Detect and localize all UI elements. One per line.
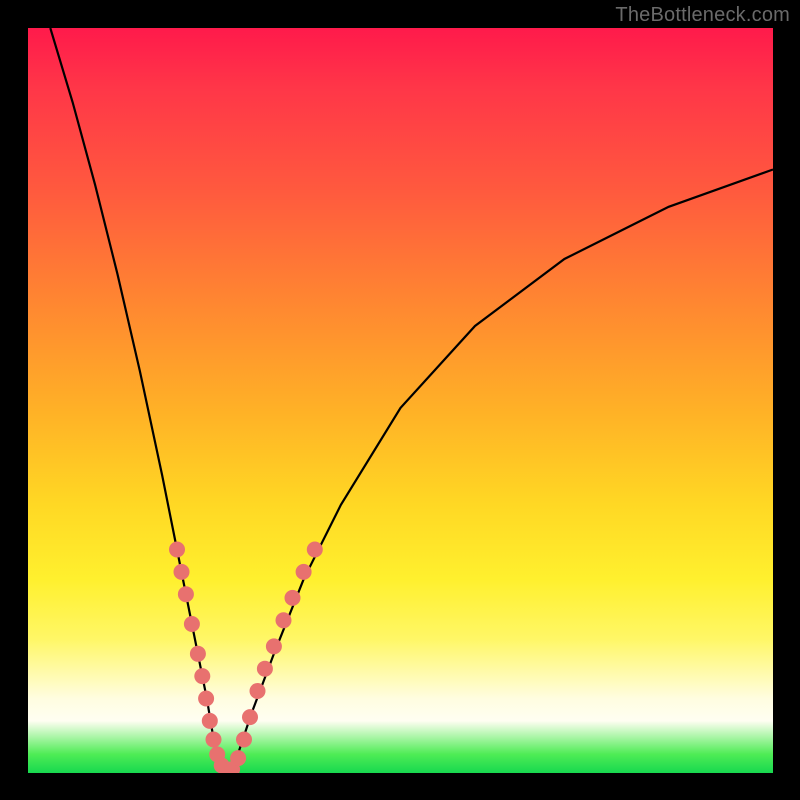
bottleneck-curve <box>50 28 773 773</box>
data-marker <box>307 542 323 558</box>
data-marker <box>250 683 266 699</box>
data-marker <box>194 668 210 684</box>
data-marker <box>296 564 312 580</box>
data-marker <box>285 590 301 606</box>
data-marker <box>206 732 222 748</box>
data-marker <box>236 732 252 748</box>
data-marker <box>257 661 273 677</box>
marker-group <box>169 542 323 774</box>
chart-svg <box>28 28 773 773</box>
data-marker <box>184 616 200 632</box>
data-marker <box>202 713 218 729</box>
data-marker <box>198 691 214 707</box>
plot-area <box>28 28 773 773</box>
data-marker <box>178 586 194 602</box>
data-marker <box>266 638 282 654</box>
data-marker <box>169 542 185 558</box>
data-marker <box>190 646 206 662</box>
data-marker <box>230 750 246 766</box>
watermark-text: TheBottleneck.com <box>615 4 790 27</box>
data-marker <box>174 564 190 580</box>
outer-frame: TheBottleneck.com <box>0 0 800 800</box>
data-marker <box>242 709 258 725</box>
data-marker <box>276 612 292 628</box>
